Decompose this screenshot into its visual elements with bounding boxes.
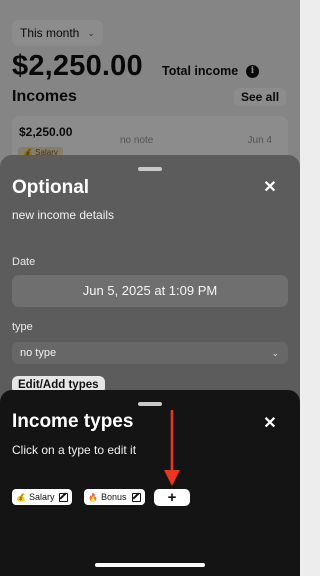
type-select-value: no type <box>20 347 57 359</box>
annotation-arrow <box>164 410 180 486</box>
type-chip-bonus[interactable]: 🔥 Bonus <box>84 489 145 505</box>
sheet-grabber[interactable] <box>138 167 162 171</box>
sheet-subtitle: new income details <box>12 208 115 222</box>
edit-icon[interactable] <box>59 492 69 502</box>
sheet-title: Income types <box>12 411 134 432</box>
sheet-grabber[interactable] <box>138 402 162 406</box>
chevron-down-icon: ⌄ <box>271 348 279 358</box>
type-select[interactable]: no type ⌄ <box>12 342 288 364</box>
sheet-subtitle: Click on a type to edit it <box>12 443 137 457</box>
income-types-sheet: Income types ✕ Click on a type to edit i… <box>0 390 300 576</box>
type-chip-label: Bonus <box>100 492 127 502</box>
sheet-title: Optional <box>12 177 90 198</box>
type-chip-emoji: 🔥 <box>88 492 98 502</box>
type-label: type <box>12 321 33 333</box>
edit-icon[interactable] <box>131 492 141 502</box>
close-icon[interactable]: ✕ <box>262 416 278 432</box>
date-picker[interactable]: Jun 5, 2025 at 1:09 PM <box>12 275 288 307</box>
add-type-button[interactable]: + <box>154 489 190 506</box>
type-chip-label: Salary <box>28 492 55 502</box>
close-icon[interactable]: ✕ <box>262 180 278 196</box>
date-label: Date <box>12 256 36 268</box>
type-chip-emoji: 💰 <box>16 492 26 502</box>
home-indicator <box>95 563 205 567</box>
type-chip-salary[interactable]: 💰 Salary <box>12 489 73 505</box>
